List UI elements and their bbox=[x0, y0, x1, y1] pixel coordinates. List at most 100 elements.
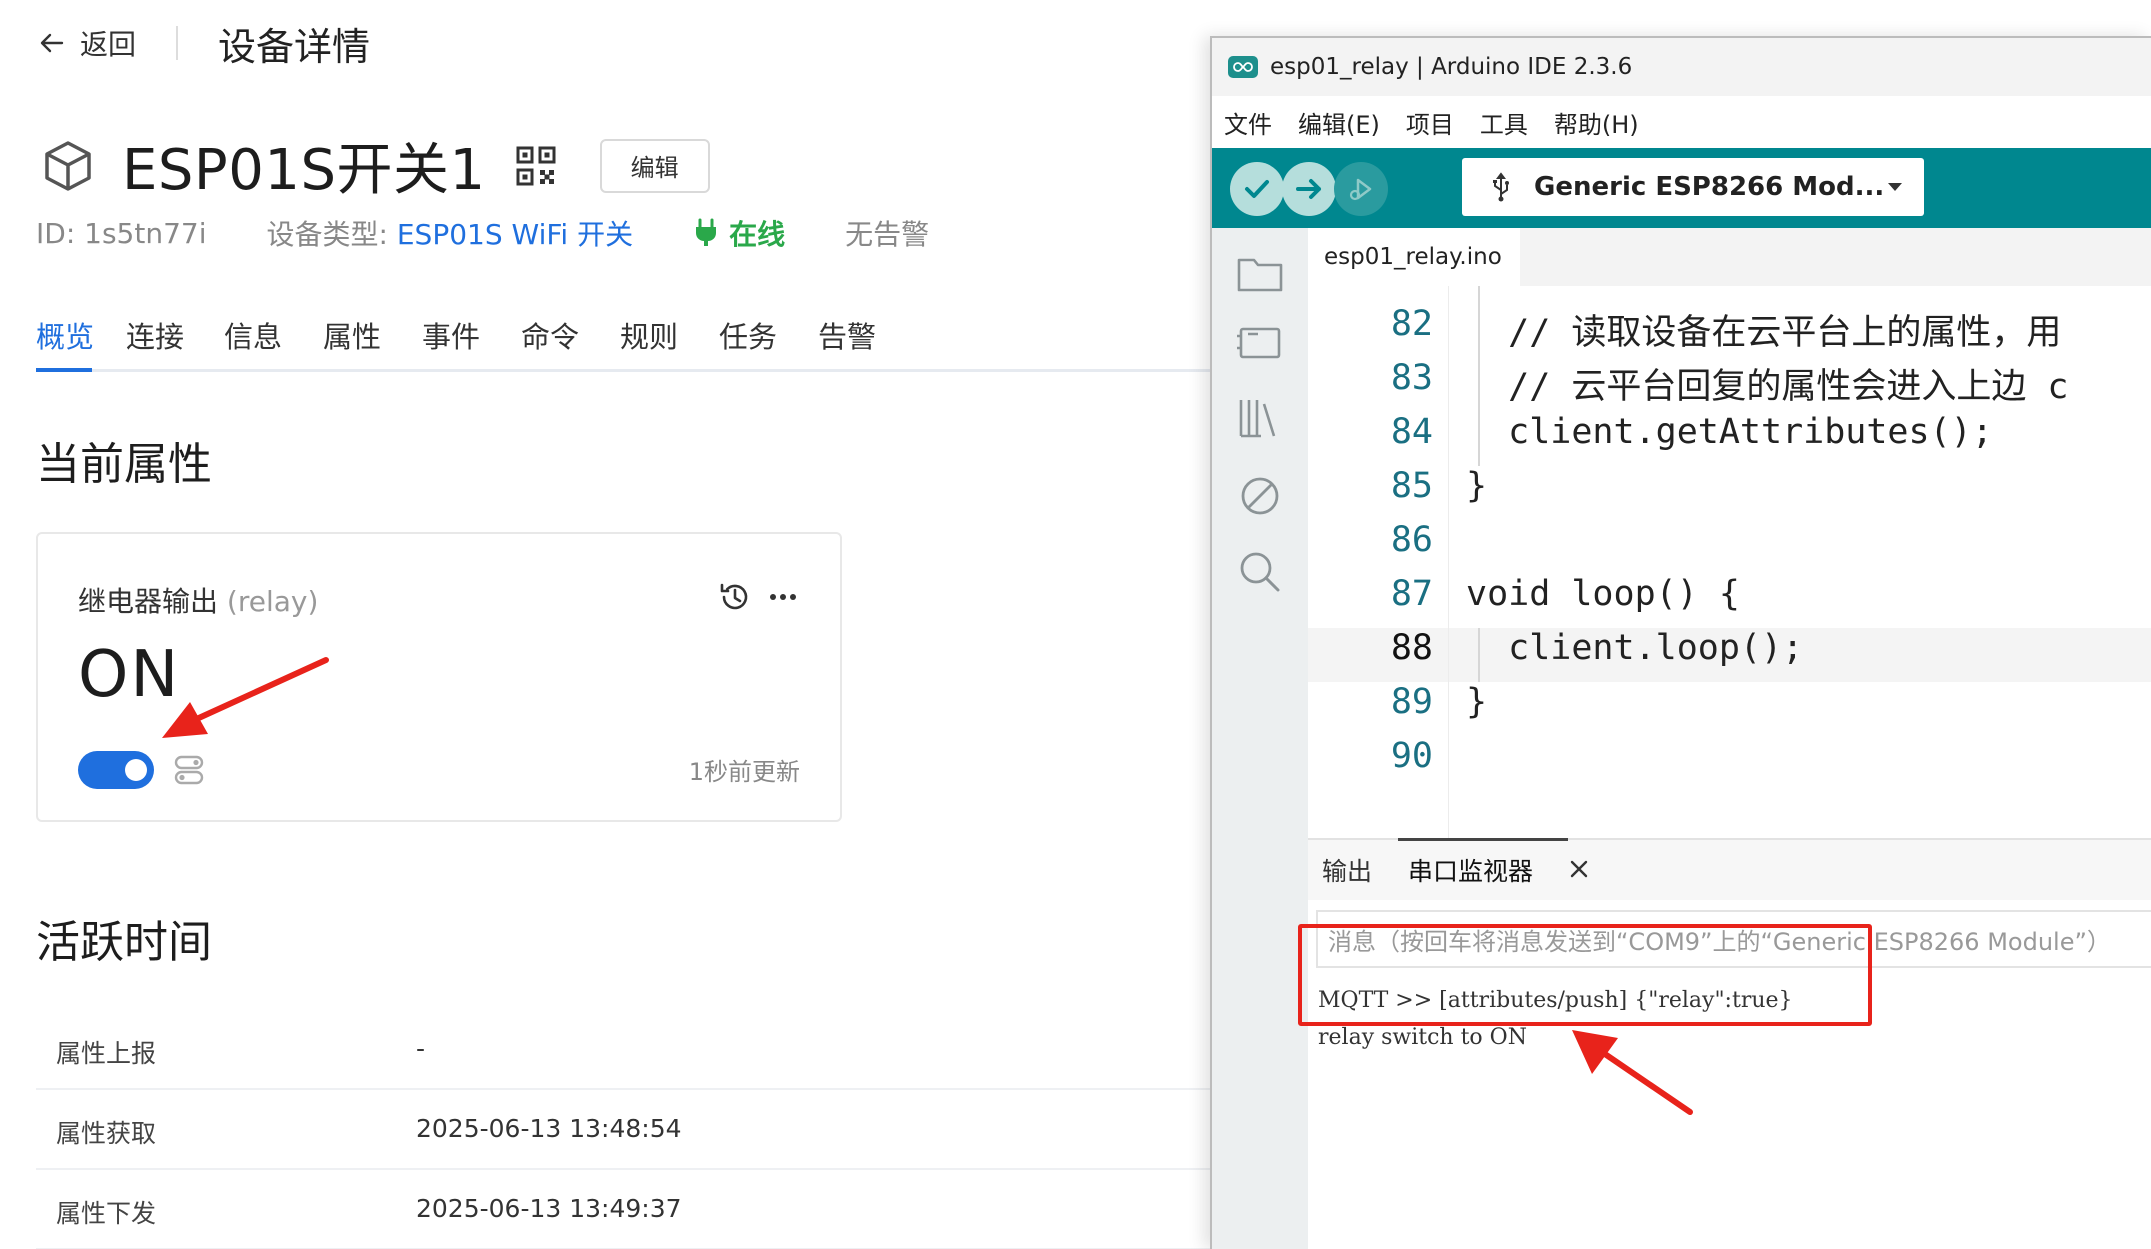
code-text: } bbox=[1466, 466, 1488, 506]
device-type: 设备类型: ESP01S WiFi 开关 bbox=[267, 213, 634, 253]
property-label: 继电器输出 (relay) bbox=[78, 580, 318, 620]
line-number: 86 bbox=[1390, 520, 1433, 560]
table-row: 属性上报 - bbox=[36, 1010, 1210, 1090]
device-id: ID: 1s5tn77i bbox=[36, 216, 207, 250]
online-status-label: 在线 bbox=[729, 218, 786, 251]
library-icon[interactable] bbox=[1234, 392, 1286, 444]
board-manager-icon[interactable] bbox=[1234, 316, 1286, 368]
verify-button[interactable] bbox=[1230, 162, 1284, 216]
debug-sidebar-icon[interactable] bbox=[1234, 470, 1286, 522]
more-options-icon[interactable] bbox=[766, 580, 800, 614]
code-line-current: 88 client.loop(); bbox=[1308, 628, 2151, 682]
back-button[interactable]: 返回 bbox=[36, 23, 136, 63]
ide-toolbar: Generic ESP8266 Mod... bbox=[1212, 148, 2151, 228]
activity-table: 属性上报 - 属性获取 2025-06-13 13:48:54 属性下发 202… bbox=[36, 1010, 1210, 1249]
activity-title: 活跃时间 bbox=[36, 917, 212, 968]
usb-icon bbox=[1493, 172, 1509, 202]
tab-alarms[interactable]: 告警 bbox=[818, 314, 876, 356]
tab-serial-monitor[interactable]: 串口监视器 bbox=[1408, 852, 1533, 888]
code-text: // 云平台回复的属性会进入上边 c bbox=[1466, 367, 2069, 407]
annotation-arrow-icon bbox=[162, 657, 329, 738]
device-type-label: 设备类型: bbox=[266, 218, 397, 251]
device-type-link[interactable]: ESP01S WiFi 开关 bbox=[397, 218, 633, 251]
alarm-status: 无告警 bbox=[845, 218, 930, 251]
code-line: 89} bbox=[1308, 682, 2151, 736]
output-panel: 输出 串口监视器 消息（按回车将消息发送到“COM9”上的“Generic ES… bbox=[1308, 838, 2151, 1249]
toggle-settings-icon[interactable] bbox=[172, 753, 206, 787]
active-output-tab-indicator bbox=[1398, 838, 1568, 841]
code-line: 85} bbox=[1308, 466, 2151, 520]
table-row: 属性下发 2025-06-13 13:49:37 bbox=[36, 1170, 1210, 1249]
ide-title-bar: esp01_relay | Arduino IDE 2.3.6 bbox=[1212, 38, 2151, 96]
code-text: // 读取设备在云平台上的属性，用 bbox=[1466, 313, 2062, 353]
arduino-logo-icon bbox=[1228, 56, 1258, 78]
activity-label: 属性下发 bbox=[56, 1199, 157, 1228]
relay-toggle[interactable] bbox=[78, 751, 154, 789]
arrow-right-icon bbox=[1296, 179, 1321, 199]
output-tab-bar: 输出 串口监视器 bbox=[1308, 838, 2151, 900]
menu-help[interactable]: 帮助(H) bbox=[1554, 105, 1639, 140]
ide-window-title: esp01_relay | Arduino IDE 2.3.6 bbox=[1270, 54, 1633, 80]
board-name: Generic ESP8266 Mod... bbox=[1534, 172, 1885, 202]
debug-button[interactable] bbox=[1334, 162, 1388, 216]
ide-sidebar bbox=[1212, 228, 1308, 1249]
code-line: 84 client.getAttributes(); bbox=[1308, 412, 2151, 466]
device-name: ESP01S开关1 bbox=[122, 138, 486, 203]
code-text: void loop() { bbox=[1466, 574, 1740, 614]
line-number: 83 bbox=[1390, 358, 1433, 398]
menu-project[interactable]: 项目 bbox=[1406, 105, 1454, 140]
debug-icon bbox=[1349, 178, 1372, 201]
line-number: 82 bbox=[1390, 304, 1433, 344]
page-title: 设备详情 bbox=[218, 24, 371, 69]
code-line: 82 // 读取设备在云平台上的属性，用 bbox=[1308, 304, 2151, 358]
upload-button[interactable] bbox=[1282, 162, 1336, 216]
annotation-arrow-icon bbox=[1572, 1030, 1693, 1115]
tab-commands[interactable]: 命令 bbox=[521, 314, 579, 356]
file-tab-esp01-relay[interactable]: esp01_relay.ino bbox=[1308, 228, 1520, 286]
tab-rules[interactable]: 规则 bbox=[620, 314, 678, 356]
line-number: 88 bbox=[1390, 628, 1433, 668]
online-status: 在线 bbox=[693, 213, 785, 253]
code-area[interactable]: 81 82 // 读取设备在云平台上的属性，用 83 // 云平台回复的属性会进… bbox=[1308, 286, 2151, 838]
line-number: 87 bbox=[1390, 574, 1433, 614]
indent-guide bbox=[1478, 286, 1480, 466]
qr-code-icon[interactable] bbox=[516, 146, 556, 186]
line-number: 90 bbox=[1390, 736, 1433, 776]
code-editor: esp01_relay.ino 81 82 // 读取设备在云平台上的属性，用 … bbox=[1308, 228, 2151, 838]
tab-tasks[interactable]: 任务 bbox=[719, 314, 777, 356]
activity-value: 2025-06-13 13:48:54 bbox=[416, 1114, 682, 1143]
current-properties-title: 当前属性 bbox=[36, 439, 212, 490]
code-line: 90 bbox=[1308, 736, 2151, 790]
tab-events[interactable]: 事件 bbox=[422, 314, 480, 356]
caret-down-icon bbox=[1888, 183, 1902, 191]
device-header: ESP01S开关1 编辑 bbox=[40, 125, 710, 206]
close-icon[interactable] bbox=[1568, 858, 1590, 880]
indent-guide bbox=[1478, 628, 1480, 682]
property-name: 继电器输出 bbox=[78, 585, 219, 618]
edit-button[interactable]: 编辑 bbox=[599, 138, 710, 193]
property-key: (relay) bbox=[226, 585, 319, 618]
table-row: 属性获取 2025-06-13 13:48:54 bbox=[36, 1090, 1210, 1170]
tab-connection[interactable]: 连接 bbox=[126, 314, 184, 356]
serial-line: relay switch to ON bbox=[1318, 1025, 1527, 1050]
arduino-ide-window: esp01_relay | Arduino IDE 2.3.6 文件 编辑(E)… bbox=[1210, 36, 2151, 1249]
tab-overview[interactable]: 概览 bbox=[36, 314, 94, 356]
line-number: 84 bbox=[1390, 412, 1433, 452]
tab-info[interactable]: 信息 bbox=[224, 314, 282, 356]
plug-icon bbox=[696, 218, 717, 246]
line-number: 89 bbox=[1390, 682, 1433, 722]
menu-edit[interactable]: 编辑(E) bbox=[1298, 105, 1380, 140]
tab-attributes[interactable]: 属性 bbox=[323, 314, 381, 356]
menu-tools[interactable]: 工具 bbox=[1480, 105, 1528, 140]
back-label: 返回 bbox=[80, 28, 137, 61]
folder-icon[interactable] bbox=[1234, 248, 1286, 300]
code-text: client.getAttributes(); bbox=[1466, 412, 1993, 452]
search-icon[interactable] bbox=[1234, 546, 1286, 598]
board-selector[interactable]: Generic ESP8266 Mod... bbox=[1462, 158, 1924, 216]
check-icon bbox=[1245, 180, 1269, 198]
history-icon[interactable] bbox=[718, 580, 752, 614]
tab-output[interactable]: 输出 bbox=[1322, 852, 1372, 888]
code-text: } bbox=[1466, 682, 1488, 722]
menu-file[interactable]: 文件 bbox=[1224, 105, 1272, 140]
code-text: client.loop(); bbox=[1466, 628, 1804, 668]
